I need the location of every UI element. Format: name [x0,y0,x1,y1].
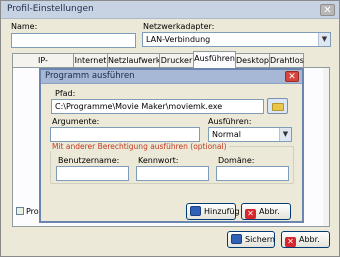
cancel-button[interactable]: ✕ Abbr. [281,231,330,248]
dialog-title: Programm ausführen [45,71,135,81]
run-mode-value: Normal [212,130,241,139]
arguments-input[interactable] [50,127,200,142]
tab-wireless[interactable]: Drahtlos [269,53,304,68]
browse-button[interactable] [267,98,288,114]
save-icon [190,206,201,216]
panel-partial-item[interactable]: Pro [16,207,39,216]
domain-label: Domäne: [218,156,255,165]
cancel-button-label: Abbr. [299,235,320,244]
cancel-icon: ✕ [285,237,296,247]
username-label: Benutzername: [58,156,120,165]
save-button[interactable]: Sichern [227,231,275,248]
dialog-titlebar: Programm ausführen ✕ [41,70,302,84]
path-input[interactable]: C:\Programme\Movie Maker\moviemk.exe [51,99,264,114]
folder-icon [272,103,284,111]
name-label: Name: [11,22,38,31]
chevron-down-icon[interactable]: ▼ [279,128,291,141]
profile-settings-window: Profil-Einstellungen ✕ Name: Netzwerkada… [0,0,340,257]
run-mode-label: Ausführen: [208,117,252,126]
name-input[interactable] [11,33,136,48]
dialog-close-button[interactable]: ✕ [285,71,299,82]
panel-scrollbar[interactable] [323,68,329,226]
save-button-label: Sichern [245,235,275,244]
tab-printer[interactable]: Drucker [159,53,194,68]
password-input[interactable] [136,166,209,181]
alt-credentials-title: Mit anderer Berechtigung ausführen (opti… [50,142,229,151]
domain-input[interactable] [216,166,289,181]
save-icon [231,234,242,244]
username-input[interactable] [56,166,129,181]
password-label: Kennwort: [138,156,179,165]
tab-internet[interactable]: Internet [73,53,108,68]
run-program-dialog: Programm ausführen ✕ Pfad: C:\Programme\… [39,68,304,223]
window-close-button[interactable]: ✕ [320,4,335,16]
tab-execute[interactable]: Ausführen [193,51,236,68]
panel-partial-label: Pro [26,207,39,216]
tab-ip-settings[interactable]: IP-Einstellungen [12,53,74,78]
adapter-select[interactable]: LAN-Verbindung ▼ [142,32,331,47]
chevron-down-icon[interactable]: ▼ [318,33,330,46]
cancel-icon: ✕ [245,209,256,219]
item-icon [16,207,24,215]
dialog-cancel-button[interactable]: ✕ Abbr. [241,203,291,220]
window-titlebar: Profil-Einstellungen ✕ [1,1,339,19]
adapter-value: LAN-Verbindung [146,35,211,44]
run-mode-select[interactable]: Normal ▼ [208,127,292,142]
adapter-label: Netzwerkadapter: [143,22,215,31]
arguments-label: Argumente: [52,117,100,126]
window-title: Profil-Einstellungen [7,4,94,14]
add-button[interactable]: Hinzufüg [186,203,240,220]
path-label: Pfad: [55,89,76,98]
tab-network-drives[interactable]: Netzlaufwerke [107,53,165,68]
dialog-cancel-label: Abbr. [259,207,280,216]
add-button-label: Hinzufüg [204,207,240,216]
tab-desktop[interactable]: Desktop [235,53,270,68]
